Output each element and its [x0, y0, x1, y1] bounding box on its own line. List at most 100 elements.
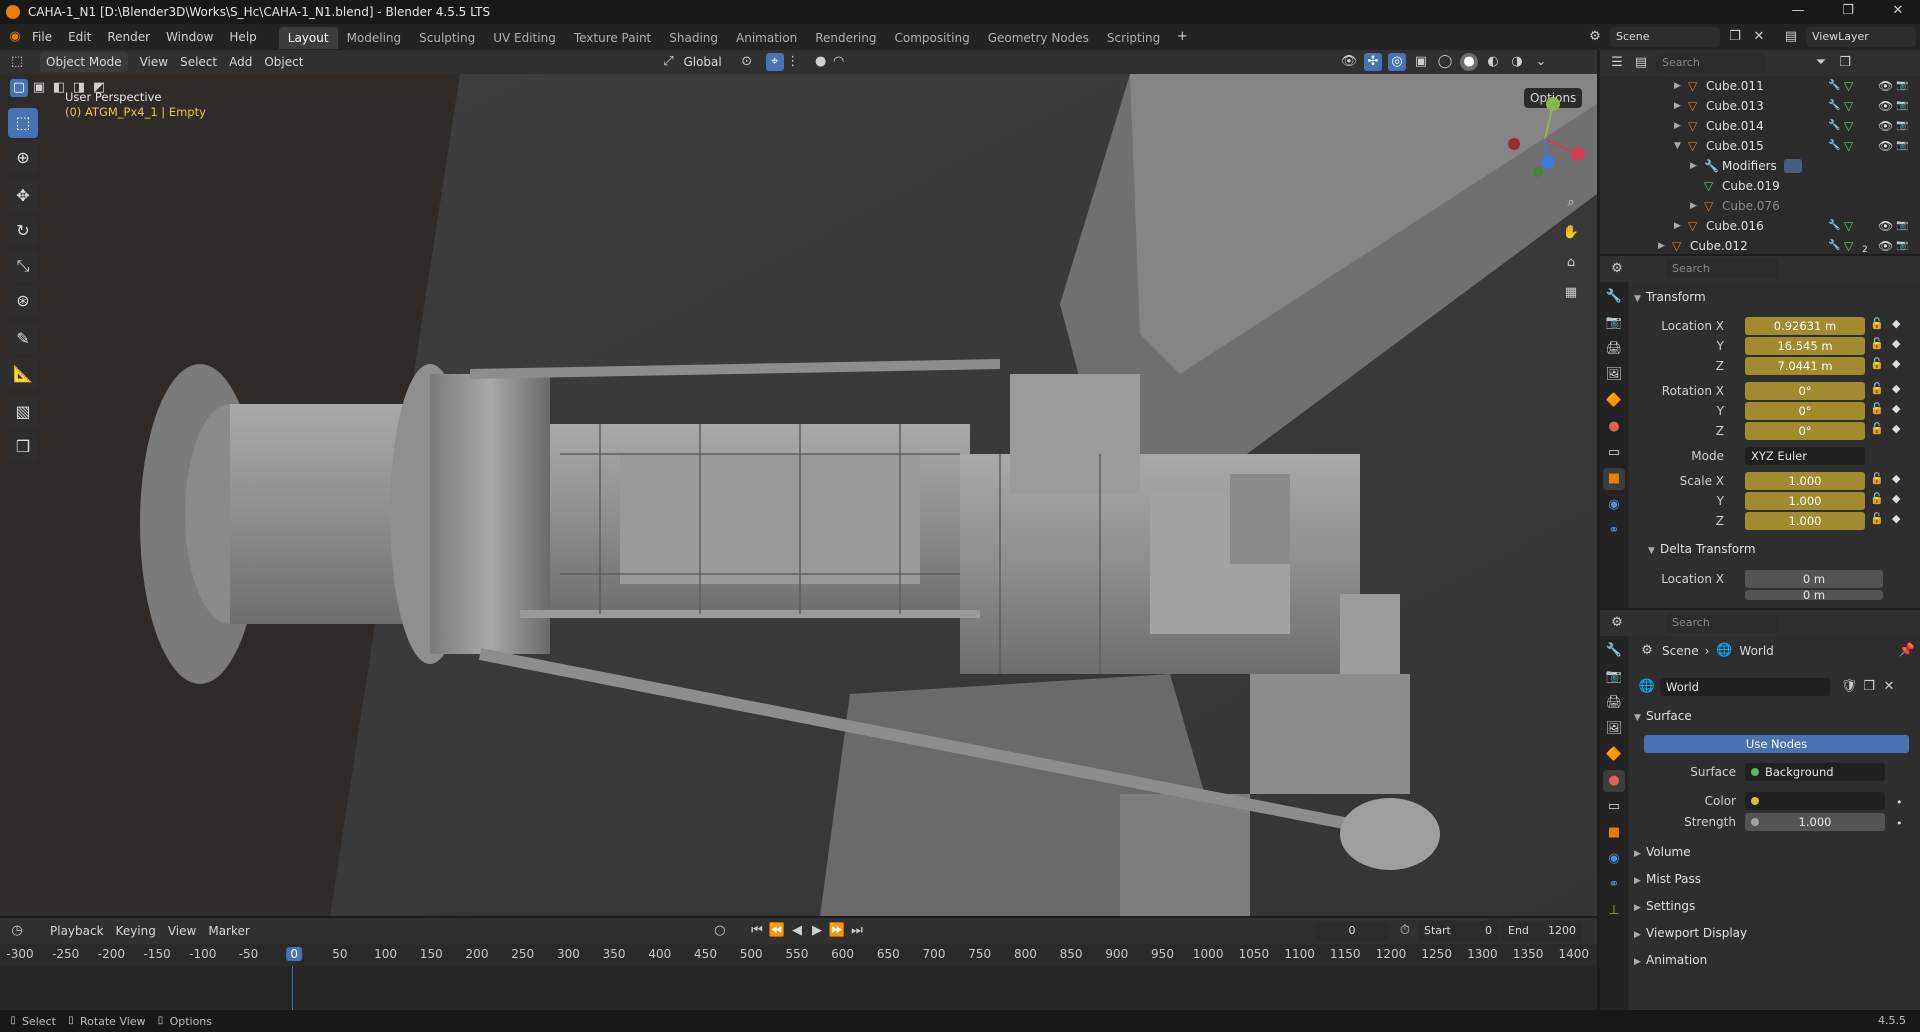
- visibility-eye-icon[interactable]: 👁: [1878, 136, 1893, 156]
- filter-icon[interactable]: ⏷: [1812, 54, 1830, 72]
- pin-icon[interactable]: 📌: [1898, 642, 1916, 660]
- visibility-icon[interactable]: 👁: [1340, 53, 1358, 71]
- falloff-icon[interactable]: ◠: [830, 53, 848, 71]
- zoom-icon[interactable]: ⌕: [1562, 194, 1580, 212]
- tab-uv-editing[interactable]: UV Editing: [484, 27, 565, 49]
- modifier-badge-icon[interactable]: 🔧: [1828, 96, 1840, 116]
- outliner-row[interactable]: ▶ ▽ Cube.012 🔧 ▽ 👁 📷 2: [1600, 236, 1908, 256]
- fake-user-icon[interactable]: 🛡: [1840, 678, 1858, 696]
- auto-keying-icon[interactable]: ○: [711, 922, 729, 940]
- lock-icon[interactable]: 🔓: [1870, 492, 1884, 505]
- menu-marker[interactable]: Marker: [202, 921, 255, 941]
- menu-view[interactable]: View: [134, 52, 174, 72]
- menu-window[interactable]: Window: [158, 24, 221, 50]
- expand-toggle-icon[interactable]: ▼: [1674, 136, 1686, 156]
- properties-editor-icon[interactable]: ⚙: [1608, 614, 1626, 632]
- material-shading-icon[interactable]: ◐: [1484, 53, 1502, 71]
- pan-hand-icon[interactable]: ✋: [1562, 224, 1580, 242]
- lock-icon[interactable]: 🔓: [1870, 472, 1884, 485]
- new-collection-icon[interactable]: ❐: [1836, 54, 1854, 72]
- tool-tab-icon[interactable]: 🔧: [1603, 286, 1625, 308]
- rotation-x-field[interactable]: 0°: [1745, 382, 1865, 400]
- modifier-badge-icon[interactable]: 🔧: [1828, 76, 1840, 96]
- rendered-shading-icon[interactable]: ◑: [1508, 53, 1526, 71]
- view-layer-tab-icon[interactable]: 🖼: [1603, 364, 1625, 386]
- expand-toggle-icon[interactable]: ▶: [1674, 96, 1686, 116]
- outliner-editor-icon[interactable]: ☰: [1608, 54, 1626, 72]
- rotation-y-field[interactable]: 0°: [1745, 402, 1865, 420]
- play-icon[interactable]: ▶: [808, 922, 826, 940]
- lock-icon[interactable]: 🔓: [1870, 402, 1884, 415]
- scene-icon[interactable]: ⚙: [1586, 28, 1604, 46]
- frame-ruler[interactable]: -300 -250 -200 -150 -100 -50 0 50 100 150 200 250 30…: [0, 944, 1597, 966]
- render-visibility-icon[interactable]: 📷: [1896, 76, 1908, 96]
- visibility-eye-icon[interactable]: 👁: [1878, 216, 1893, 236]
- outliner-row[interactable]: ▶ ▽ Cube.014 🔧 ▽ 👁 📷: [1600, 116, 1908, 136]
- keyframe-icon[interactable]: ◆: [1892, 317, 1900, 330]
- close-window-button[interactable]: ✕: [1876, 0, 1920, 24]
- animation-section-header[interactable]: ▶ Animation: [1634, 949, 1707, 971]
- delta-transform-section-header[interactable]: ▼ Delta Transform: [1648, 538, 1756, 560]
- render-tab-icon[interactable]: 📷: [1603, 666, 1625, 688]
- strength-field[interactable]: 1.000: [1745, 813, 1885, 831]
- mesh-data-icon[interactable]: ▽: [1844, 236, 1853, 256]
- settings-section-header[interactable]: ▶ Settings: [1634, 895, 1695, 917]
- expand-toggle-icon[interactable]: ▶: [1674, 76, 1686, 96]
- select-subtract-icon[interactable]: ◧: [50, 79, 68, 97]
- move-tool-icon[interactable]: ✥: [8, 181, 38, 211]
- proportional-edit-icon[interactable]: ●: [812, 53, 830, 71]
- scale-tool-icon[interactable]: ⤡: [8, 251, 38, 281]
- menu-file[interactable]: File: [24, 24, 60, 50]
- lock-icon[interactable]: 🔓: [1870, 337, 1884, 350]
- expand-toggle-icon[interactable]: ▶: [1690, 156, 1702, 176]
- view-layer-selector[interactable]: ViewLayer: [1806, 27, 1916, 47]
- scale-y-field[interactable]: 1.000: [1745, 492, 1865, 510]
- timeline-area[interactable]: [0, 966, 1597, 1010]
- expand-toggle-icon[interactable]: ▶: [1658, 236, 1670, 256]
- current-frame-field[interactable]: 0: [1316, 921, 1388, 941]
- lock-icon[interactable]: 🔓: [1870, 422, 1884, 435]
- collection-tab-icon[interactable]: ▭: [1603, 442, 1625, 464]
- rotate-tool-icon[interactable]: ↻: [8, 216, 38, 246]
- orientation-icon[interactable]: ⤢: [659, 53, 677, 71]
- constraints-tab-icon[interactable]: ⚭: [1603, 520, 1625, 542]
- pivot-icon[interactable]: ⊙: [738, 53, 756, 71]
- expand-toggle-icon[interactable]: ▶: [1674, 216, 1686, 236]
- render-visibility-icon[interactable]: 📷: [1896, 216, 1908, 236]
- keyframe-icon[interactable]: ◆: [1892, 422, 1900, 435]
- add-cube-tool-icon[interactable]: ▧: [8, 397, 38, 427]
- mesh-data-icon[interactable]: ▽: [1844, 216, 1853, 236]
- maximize-button[interactable]: ❐: [1826, 0, 1870, 24]
- outliner-row[interactable]: ▶ 🔧 Modifiers: [1600, 156, 1900, 176]
- gizmo-icon[interactable]: ✣: [1364, 53, 1382, 71]
- timeline-editor-icon[interactable]: ◷: [8, 922, 26, 940]
- collection-tab-icon[interactable]: ▭: [1603, 796, 1625, 818]
- lock-icon[interactable]: 🔓: [1870, 317, 1884, 330]
- menu-edit[interactable]: Edit: [60, 24, 99, 50]
- editor-type-icon[interactable]: ⬚: [8, 53, 26, 71]
- use-nodes-button[interactable]: Use Nodes: [1644, 735, 1909, 753]
- tab-texture-paint[interactable]: Texture Paint: [565, 27, 660, 49]
- world-name-field[interactable]: World: [1660, 678, 1830, 696]
- xray-icon[interactable]: ▣: [1412, 53, 1430, 71]
- volume-section-header[interactable]: ▶ Volume: [1634, 841, 1691, 863]
- world-props-search-input[interactable]: Search: [1666, 613, 1778, 633]
- keyframe-icon[interactable]: ◆: [1892, 337, 1900, 350]
- delta-location-y-field[interactable]: 0 m: [1745, 590, 1883, 600]
- object-props-search-input[interactable]: Search: [1666, 259, 1778, 279]
- keyframe-icon[interactable]: ◆: [1892, 472, 1900, 485]
- jump-keyframe-back-icon[interactable]: ⏪: [768, 922, 786, 940]
- color-swatch[interactable]: [1745, 792, 1885, 810]
- keyframe-icon[interactable]: ◆: [1892, 402, 1900, 415]
- expand-toggle-icon[interactable]: ▶: [1674, 116, 1686, 136]
- outliner-row[interactable]: ▶ ▽ Cube.013 🔧 ▽ 👁 📷: [1600, 96, 1908, 116]
- select-new-icon[interactable]: ▢: [10, 79, 28, 97]
- visibility-eye-icon[interactable]: 👁: [1878, 236, 1893, 256]
- scale-z-field[interactable]: 1.000: [1745, 512, 1865, 530]
- add-workspace-icon[interactable]: +: [1173, 28, 1191, 46]
- render-visibility-icon[interactable]: 📷: [1896, 96, 1908, 116]
- tab-scripting[interactable]: Scripting: [1098, 27, 1169, 49]
- world-tab-icon[interactable]: ●: [1603, 416, 1625, 438]
- object-tab-icon[interactable]: ■: [1603, 468, 1625, 490]
- physics-tab-icon[interactable]: ◉: [1603, 848, 1625, 870]
